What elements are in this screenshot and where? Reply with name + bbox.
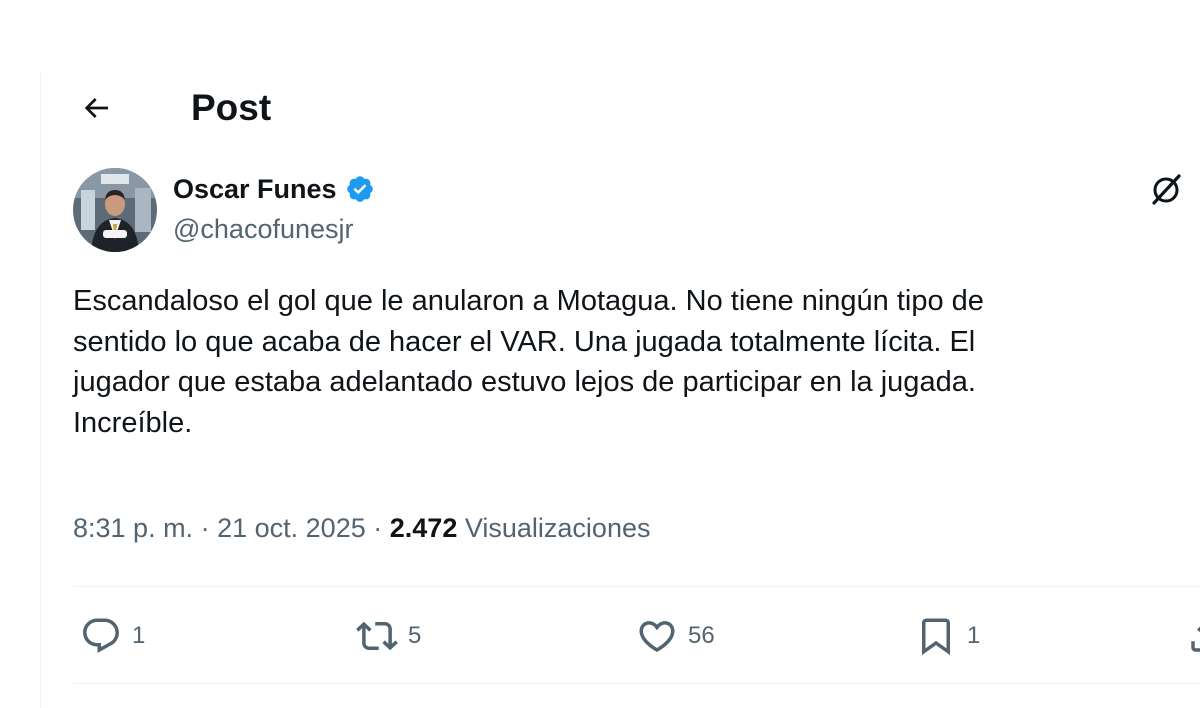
divider [73,586,1200,587]
like-count: 56 [688,622,715,649]
tweet-meta: 8:31 p. m. · 21 oct. 2025 · 2.472 Visual… [73,513,650,544]
bookmark-icon [922,618,950,656]
views-count: 2.472 [389,513,458,543]
heart-icon [639,621,675,653]
views-label: Visualizaciones [464,513,651,543]
bookmark-button[interactable]: 1 [915,610,980,662]
reply-icon [83,618,119,653]
tweet-time[interactable]: 8:31 p. m. [73,513,193,543]
page-title: Post [191,87,272,128]
reply-count: 1 [132,622,146,649]
avatar-image [73,168,157,252]
reply-button[interactable]: 1 [80,610,145,662]
arrow-left-icon [84,98,108,118]
like-button[interactable]: 56 [636,610,715,662]
post-header: Post [0,80,1200,136]
divider [73,683,1200,684]
meta-separator: · [200,513,210,543]
grok-icon [1152,174,1181,205]
avatar[interactable] [73,168,157,252]
action-bar: 1 5 56 1 [0,610,1200,662]
share-button[interactable] [1186,610,1200,662]
retweet-icon [356,621,398,651]
share-icon [1191,626,1200,652]
author-name-row: Oscar Funes [173,172,375,206]
bookmark-count: 1 [967,622,981,649]
back-button[interactable] [74,86,118,130]
author-name[interactable]: Oscar Funes [173,174,337,205]
meta-separator: · [373,513,383,543]
retweet-count: 5 [408,622,422,649]
author-handle[interactable]: @chacofunesjr [173,214,354,245]
retweet-button[interactable]: 5 [356,610,421,662]
tweet-text: Escandaloso el gol que le anularon a Mot… [73,285,984,439]
tweet-date[interactable]: 21 oct. 2025 [217,513,366,543]
grok-button[interactable] [1146,170,1186,210]
verified-badge-icon [346,176,373,202]
